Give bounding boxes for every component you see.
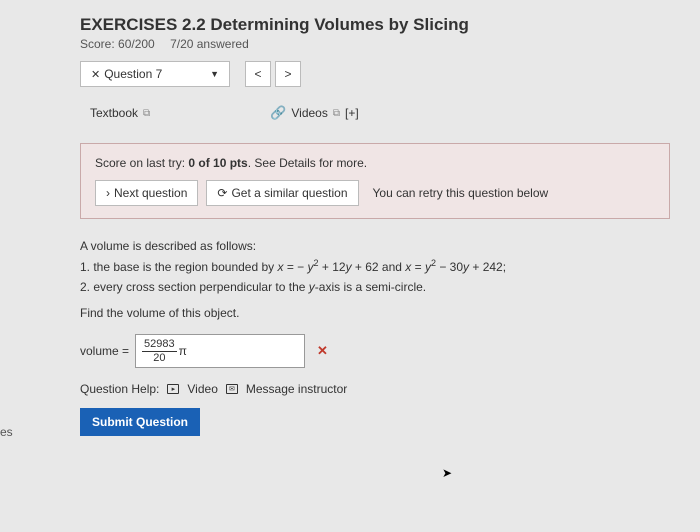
retry-text: You can retry this question below (373, 186, 549, 200)
answer-label: volume = (80, 344, 129, 358)
submit-button[interactable]: Submit Question (80, 408, 200, 436)
mail-icon: ✉ (226, 384, 238, 394)
similar-question-button[interactable]: ⟳ Get a similar question (206, 180, 358, 206)
videos-link[interactable]: 🔗 Videos ⧉ [+] (270, 105, 359, 121)
line1-pre: 1. the base is the region bounded by (80, 260, 277, 274)
refresh-icon: ⟳ (217, 186, 227, 200)
incorrect-icon: ✕ (317, 343, 328, 359)
video-link[interactable]: Video (187, 382, 217, 396)
fraction: 52983 20 (142, 338, 177, 363)
nav-arrows: < > (245, 61, 301, 87)
page-title: EXERCISES 2.2 Determining Volumes by Sli… (80, 15, 670, 35)
line1-mid: and (379, 260, 406, 274)
denominator: 20 (151, 352, 167, 364)
problem-line1: 1. the base is the region bounded by x =… (80, 257, 670, 276)
question-select[interactable]: ✕ Question 7 ▼ (80, 61, 230, 87)
last-try-text: Score on last try: 0 of 10 pts. See Deta… (95, 156, 655, 170)
last-try-box: Score on last try: 0 of 10 pts. See Deta… (80, 143, 670, 219)
prev-button[interactable]: < (245, 61, 271, 87)
score-text: Score: 60/200 (80, 37, 155, 51)
videos-plus: [+] (345, 106, 359, 120)
problem-intro: A volume is described as follows: (80, 237, 670, 255)
paperclip-icon: 🔗 (270, 105, 286, 121)
pi-symbol: π (179, 344, 187, 358)
help-row: Question Help: ▸ Video ✉ Message instruc… (80, 382, 670, 396)
answer-row: volume = 52983 20 π ✕ (80, 334, 670, 368)
answer-input[interactable]: 52983 20 π (135, 334, 305, 368)
answered-text: 7/20 answered (170, 37, 249, 51)
external-link-icon: ⧉ (143, 108, 150, 119)
dropdown-caret-icon: ▼ (210, 69, 219, 79)
next-question-label: Next question (114, 186, 187, 200)
textbook-link[interactable]: Textbook ⧉ (90, 106, 150, 120)
score-line: Score: 60/200 7/20 answered (80, 37, 670, 51)
play-icon: ▸ (167, 384, 179, 394)
eq2-rhs: = y2 − 30y + 242; (411, 260, 506, 274)
message-instructor-link[interactable]: Message instructor (246, 382, 347, 396)
side-tab: es (0, 425, 13, 439)
similar-question-label: Get a similar question (231, 186, 347, 200)
problem-line2: 2. every cross section perpendicular to … (80, 278, 670, 296)
resources-row: Textbook ⧉ 🔗 Videos ⧉ [+] (80, 105, 670, 121)
close-icon: ✕ (91, 69, 100, 81)
cursor-icon: ➤ (442, 466, 452, 480)
numerator: 52983 (142, 338, 177, 351)
eq1-rhs: = − y2 + 12y + 62 (283, 260, 378, 274)
next-question-button[interactable]: › Next question (95, 180, 198, 206)
videos-label: Videos (291, 106, 327, 120)
last-try-suffix: . See Details for more. (248, 156, 367, 170)
find-line: Find the volume of this object. (80, 306, 670, 320)
problem-statement: A volume is described as follows: 1. the… (80, 237, 670, 296)
help-label: Question Help: (80, 382, 159, 396)
external-link-icon: ⧉ (333, 108, 340, 119)
last-try-score: 0 of 10 pts (188, 156, 247, 170)
question-label: Question 7 (104, 67, 162, 81)
last-try-prefix: Score on last try: (95, 156, 188, 170)
chevron-right-icon: › (106, 186, 110, 200)
question-bar: ✕ Question 7 ▼ < > (80, 61, 670, 87)
next-button[interactable]: > (275, 61, 301, 87)
button-row: › Next question ⟳ Get a similar question… (95, 180, 655, 206)
textbook-label: Textbook (90, 106, 138, 120)
